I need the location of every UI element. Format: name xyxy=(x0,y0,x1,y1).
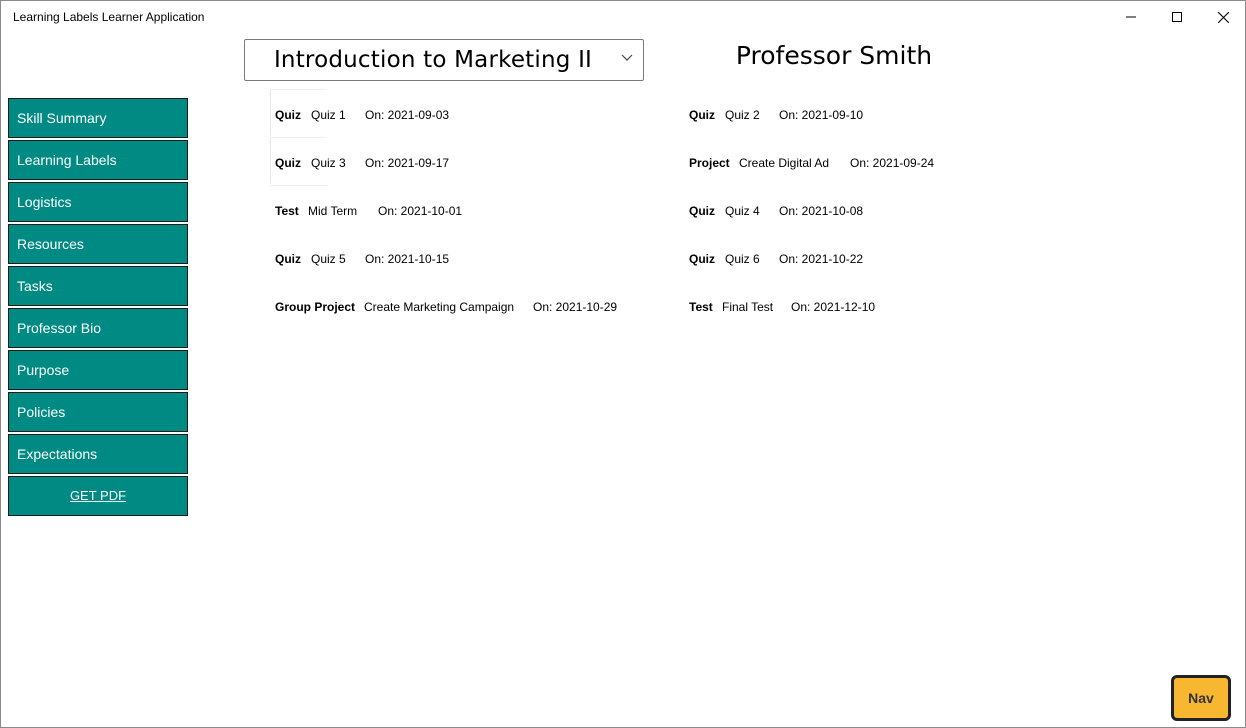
course-dropdown[interactable]: Introduction to Marketing II xyxy=(244,39,644,81)
assessment-name: Mid Term xyxy=(308,204,358,218)
assessment-name: Final Test xyxy=(722,300,774,314)
sidebar-item-logistics[interactable]: Logistics xyxy=(8,182,188,222)
assessment-date: On: 2021-10-22 xyxy=(779,252,864,266)
assessment-name: Create Digital Ad xyxy=(739,156,830,170)
sidebar-item-professor-bio[interactable]: Professor Bio xyxy=(8,308,188,348)
sidebar: Skill Summary Learning Labels Logistics … xyxy=(8,98,188,518)
sidebar-item-skill-summary[interactable]: Skill Summary xyxy=(8,98,188,138)
assessment-name: Quiz 6 xyxy=(725,252,760,266)
assessment-name: Quiz 3 xyxy=(311,156,346,170)
assessment-date: On: 2021-09-03 xyxy=(365,108,450,122)
assessment-type: Test xyxy=(275,204,299,218)
assessment-date: On: 2021-09-17 xyxy=(365,156,450,170)
assessment-name: Create Marketing Campaign xyxy=(364,300,515,314)
assessment-type: Quiz xyxy=(275,108,301,122)
assessment-date: On: 2021-10-08 xyxy=(779,204,864,218)
assessment-date: On: 2021-10-29 xyxy=(533,300,618,314)
assessment-type: Project xyxy=(689,156,730,170)
assessment-type: Quiz xyxy=(689,252,715,266)
minimize-icon xyxy=(1126,16,1136,18)
sidebar-item-expectations[interactable]: Expectations xyxy=(8,434,188,474)
assessment-name: Quiz 5 xyxy=(311,252,346,266)
assessment-type: Group Project xyxy=(275,300,356,314)
close-button[interactable] xyxy=(1200,1,1246,33)
close-icon xyxy=(1217,11,1229,23)
assessment-type: Quiz xyxy=(275,252,301,266)
assessment-type: Quiz xyxy=(275,156,301,170)
assessment-type: Quiz xyxy=(689,204,715,218)
nav-button[interactable]: Nav xyxy=(1171,675,1231,721)
sidebar-item-resources[interactable]: Resources xyxy=(8,224,188,264)
sidebar-item-learning-labels[interactable]: Learning Labels xyxy=(8,140,188,180)
assessment-date: On: 2021-09-10 xyxy=(779,108,864,122)
course-dropdown-value: Introduction to Marketing II xyxy=(273,47,593,73)
assessment-name: Quiz 4 xyxy=(725,204,760,218)
assessment-type: Quiz xyxy=(689,108,715,122)
sidebar-item-purpose[interactable]: Purpose xyxy=(8,350,188,390)
window-title: Learning Labels Learner Application xyxy=(13,10,205,24)
assessment-date: On: 2021-10-01 xyxy=(378,204,463,218)
assessment-date: On: 2021-12-10 xyxy=(791,300,876,314)
assessment-date: On: 2021-09-24 xyxy=(850,156,935,170)
maximize-button[interactable] xyxy=(1154,1,1200,33)
professor-name: Professor Smith xyxy=(735,41,933,70)
assessment-name: Quiz 2 xyxy=(725,108,760,122)
assessment-name: Quiz 1 xyxy=(311,108,346,122)
app-window: Learning Labels Learner Application Intr… xyxy=(0,0,1246,728)
assessment-date: On: 2021-10-15 xyxy=(365,252,450,266)
chevron-down-icon xyxy=(621,54,633,61)
maximize-icon xyxy=(1172,12,1182,22)
title-bar: Learning Labels Learner Application xyxy=(1,1,1245,33)
sidebar-item-tasks[interactable]: Tasks xyxy=(8,266,188,306)
minimize-button[interactable] xyxy=(1108,1,1154,33)
get-pdf-button[interactable]: GET PDF xyxy=(8,476,188,516)
sidebar-item-policies[interactable]: Policies xyxy=(8,392,188,432)
assessment-type: Test xyxy=(689,300,713,314)
